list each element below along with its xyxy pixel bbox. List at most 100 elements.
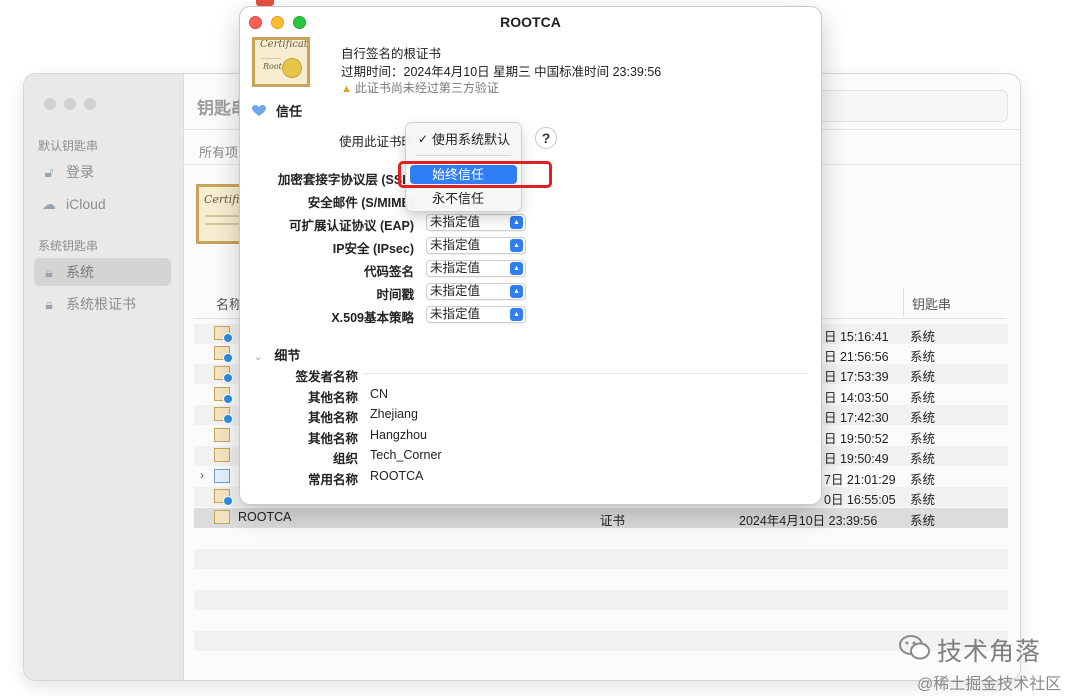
trust-label-code-signing: 代码签名 xyxy=(363,265,414,279)
tab-all-items[interactable]: 所有项 xyxy=(199,142,238,161)
row-name: ROOTCA xyxy=(238,510,292,524)
trust-label-ssl: 加密套接字协议层 (SSL) xyxy=(277,173,414,187)
popup-value: 未指定值 xyxy=(430,215,481,229)
row-keychain: 系统 xyxy=(910,473,936,487)
chevron-down-icon: ⌄ xyxy=(254,352,263,363)
trust-section-header[interactable]: 信任 xyxy=(252,101,302,120)
divider xyxy=(364,373,808,374)
certificate-subtitle: 自行签名的根证书 xyxy=(341,47,442,61)
trust-label-x509: X.509基本策略 xyxy=(331,311,414,325)
certificate-warning: ▲ 此证书尚未经过第三方验证 xyxy=(341,79,499,96)
detail-value: Tech_Corner xyxy=(370,448,442,462)
detail-label: 其他名称 xyxy=(307,391,358,405)
sidebar-item-label: 登录 xyxy=(66,164,94,180)
row-date: 2024年4月10日 23:39:56 xyxy=(739,514,878,528)
sidebar-section-system: 系统钥匙串 xyxy=(38,239,99,253)
menu-item-label: 使用系统默认 xyxy=(432,132,511,147)
popup-value: 未指定值 xyxy=(430,238,481,252)
help-button[interactable]: ? xyxy=(535,127,557,149)
details-section-label: 细节 xyxy=(274,348,301,363)
detail-value: Zhejiang xyxy=(370,407,418,421)
sidebar: 默认钥匙串 🔓︎ 登录 ☁︎ iCloud 系统钥匙串 🔒︎ 系统 🔒︎ 系统根… xyxy=(24,74,184,680)
row-keychain: 系统 xyxy=(910,330,936,344)
sidebar-item-label: 系统 xyxy=(66,264,94,280)
empty-row xyxy=(194,590,1008,610)
certificate-icon xyxy=(214,346,233,363)
chevron-updown-icon: ▲ xyxy=(510,285,523,298)
menu-item-system-default[interactable]: ✓ 使用系统默认 xyxy=(410,130,517,149)
certificate-icon: Certificate Root xyxy=(252,37,310,87)
detail-value: ROOTCA xyxy=(370,469,424,483)
row-keychain: 系统 xyxy=(910,452,936,466)
sidebar-item-system[interactable]: 🔒︎ 系统 xyxy=(34,258,171,286)
column-header-name[interactable]: 名称 xyxy=(216,294,242,313)
certificate-icon xyxy=(214,489,233,506)
column-header-keychain[interactable]: 钥匙串 xyxy=(912,294,951,313)
sidebar-item-icloud[interactable]: ☁︎ iCloud xyxy=(34,190,171,218)
watermark-subtitle: @稀土掘金技术社区 xyxy=(917,676,1062,693)
row-date: 日 15:16:41 xyxy=(824,330,889,344)
sidebar-item-system-roots[interactable]: 🔒︎ 系统根证书 xyxy=(34,290,171,318)
row-keychain: 系统 xyxy=(910,350,936,364)
detail-value: Hangzhou xyxy=(370,428,427,442)
trust-label-when-using: 使用此证书时 xyxy=(338,135,414,149)
eap-popup[interactable]: 未指定值 ▲ xyxy=(426,214,526,231)
timestamp-popup[interactable]: 未指定值 ▲ xyxy=(426,283,526,300)
seal-icon xyxy=(282,58,302,78)
zoom-button[interactable] xyxy=(84,98,96,110)
annotation-highlight-box xyxy=(398,161,552,188)
sheet-title: ROOTCA xyxy=(500,14,561,30)
certificate-expiry: 过期时间：2024年4月10日 星期三 中国标准时间 23:39:56 xyxy=(341,65,662,79)
warning-icon: ▲ xyxy=(341,83,352,95)
row-date: 0日 16:55:05 xyxy=(824,493,896,507)
chevron-updown-icon: ▲ xyxy=(510,308,523,321)
certificate-icon xyxy=(214,366,233,383)
minimize-button[interactable] xyxy=(64,98,76,110)
popup-value: 未指定值 xyxy=(430,261,481,275)
chat-bubble-icon xyxy=(899,635,930,660)
details-section-header[interactable]: ⌄ 细节 xyxy=(254,345,300,364)
trust-section-label: 信任 xyxy=(276,104,303,119)
row-date: 日 19:50:52 xyxy=(824,432,889,446)
sidebar-item-label: 系统根证书 xyxy=(66,296,136,312)
empty-row xyxy=(194,631,1008,651)
sidebar-item-login[interactable]: 🔓︎ 登录 xyxy=(34,158,171,186)
chevron-updown-icon: ▲ xyxy=(510,216,523,229)
code-signing-popup[interactable]: 未指定值 ▲ xyxy=(426,260,526,277)
cloud-icon: ☁︎ xyxy=(42,195,56,212)
row-date: 日 19:50:49 xyxy=(824,452,889,466)
warning-text: 此证书尚未经过第三方验证 xyxy=(354,81,499,95)
certificate-script-2: Root xyxy=(263,62,282,71)
row-keychain: 系统 xyxy=(910,493,936,507)
column-divider[interactable] xyxy=(903,288,904,316)
issuer-heading: 签发者名称 xyxy=(295,370,358,384)
chevron-right-icon[interactable]: › xyxy=(200,468,204,482)
detail-label: 组织 xyxy=(332,452,358,466)
sidebar-section-default: 默认钥匙串 xyxy=(38,139,99,153)
row-keychain: 系统 xyxy=(910,514,936,528)
lock-icon: 🔒︎ xyxy=(45,263,53,280)
table-row-selected[interactable]: ROOTCA 证书 2024年4月10日 23:39:56 系统 xyxy=(194,508,1008,528)
row-keychain: 系统 xyxy=(910,391,936,405)
window-controls-inactive[interactable] xyxy=(44,98,96,110)
checkmark-icon: ✓ xyxy=(418,132,429,146)
detail-value: CN xyxy=(370,387,389,401)
row-kind: 证书 xyxy=(600,514,626,528)
trust-label-ipsec: IP安全 (IPsec) xyxy=(332,242,414,256)
x509-popup[interactable]: 未指定值 ▲ xyxy=(426,306,526,323)
sidebar-item-label: iCloud xyxy=(66,196,106,212)
lock-open-icon: 🔓︎ xyxy=(44,163,54,180)
lock-icon: 🔒︎ xyxy=(45,295,53,312)
ipsec-popup[interactable]: 未指定值 ▲ xyxy=(426,237,526,254)
row-date: 日 17:42:30 xyxy=(824,411,889,425)
close-button[interactable] xyxy=(44,98,56,110)
row-keychain: 系统 xyxy=(910,411,936,425)
row-date: 日 14:03:50 xyxy=(824,391,889,405)
row-date: 日 21:56:56 xyxy=(824,350,889,364)
menu-item-never-trust[interactable]: 永不信任 xyxy=(410,189,517,208)
menu-separator xyxy=(416,155,511,156)
row-keychain: 系统 xyxy=(910,370,936,384)
certificate-icon xyxy=(214,448,230,462)
certificate-icon xyxy=(214,387,233,404)
certificate-script: Certificate xyxy=(260,39,310,50)
